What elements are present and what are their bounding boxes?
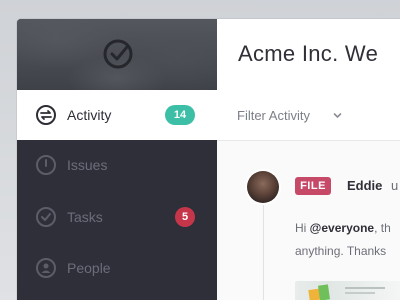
message-line-2: anything. Thanks bbox=[295, 244, 387, 258]
issues-icon bbox=[36, 155, 56, 175]
author-name[interactable]: Eddie bbox=[347, 178, 382, 193]
activity-action-text: u bbox=[391, 178, 399, 193]
tasks-icon bbox=[36, 207, 56, 227]
page-title: Acme Inc. We bbox=[238, 41, 379, 66]
filter-activity-dropdown[interactable]: Filter Activity bbox=[237, 108, 310, 123]
message-line-1: Hi @everyone, th bbox=[295, 221, 391, 235]
sidebar-item-tasks[interactable]: Tasks 5 bbox=[17, 192, 217, 242]
sidebar-item-label: Issues bbox=[67, 157, 108, 173]
attachment-graphic bbox=[345, 292, 375, 294]
attachment-graphic bbox=[318, 284, 330, 300]
filter-bar: Filter Activity bbox=[217, 90, 400, 141]
chevron-down-icon[interactable] bbox=[333, 111, 342, 120]
logo-area bbox=[17, 19, 217, 90]
app-window: Activity 14 Issues Tasks 5 People Acme I… bbox=[17, 19, 400, 300]
sidebar-item-activity[interactable]: Activity 14 bbox=[17, 90, 217, 140]
main-panel: Acme Inc. We Filter Activity FILE Eddie … bbox=[217, 19, 400, 300]
sidebar-item-label: People bbox=[67, 260, 111, 276]
activity-icon bbox=[36, 105, 56, 125]
timeline-line bbox=[263, 195, 264, 300]
tasks-count-badge: 5 bbox=[175, 207, 195, 227]
avatar[interactable] bbox=[247, 171, 279, 203]
people-icon bbox=[36, 258, 56, 278]
sidebar-item-label: Activity bbox=[67, 107, 112, 123]
message-suffix: , th bbox=[374, 221, 391, 235]
mention-link[interactable]: @everyone bbox=[310, 221, 374, 235]
activity-count-badge: 14 bbox=[165, 105, 195, 125]
logo-icon[interactable] bbox=[101, 37, 135, 71]
sidebar-item-label: Tasks bbox=[67, 209, 103, 225]
message-prefix: Hi bbox=[295, 221, 310, 235]
attachment-graphic bbox=[345, 287, 385, 289]
file-tag-badge: FILE bbox=[295, 177, 331, 195]
attachment-thumbnail[interactable] bbox=[295, 281, 400, 300]
sidebar: Activity 14 Issues Tasks 5 People bbox=[17, 19, 217, 300]
sidebar-item-people[interactable]: People bbox=[17, 243, 217, 293]
sidebar-item-issues[interactable]: Issues bbox=[17, 140, 217, 190]
